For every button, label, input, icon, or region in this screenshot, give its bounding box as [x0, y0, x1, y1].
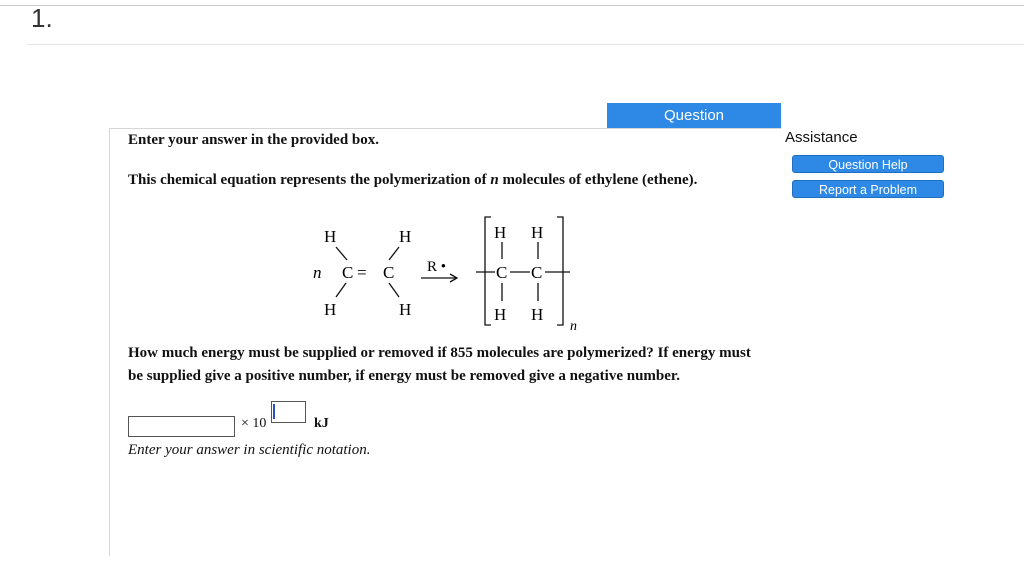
ethylene-double-bond: =: [357, 263, 367, 282]
question-panel-top-border: [109, 128, 781, 129]
header-divider: [27, 44, 1024, 45]
reaction-arrow: [421, 273, 459, 283]
intro-text-before: This chemical equation represents the po…: [128, 172, 491, 188]
polymer-h-bottom-left: H: [494, 305, 506, 324]
polymerization-equation: n H H H H C = C R • H H C C H H n: [313, 216, 577, 334]
intro-text-after: molecules of ethylene (ethene).: [498, 172, 698, 188]
ethylene-carbon-right: C: [383, 263, 394, 282]
polymer-h-top-left: H: [494, 223, 506, 242]
initiator-label: R •: [427, 259, 446, 275]
question-help-button[interactable]: Question Help: [792, 155, 944, 173]
ethylene-h-top-right: H: [399, 227, 411, 246]
coefficient-n: n: [313, 263, 322, 282]
polymer-bonds: [476, 242, 570, 301]
ethylene-h-bottom-left: H: [324, 300, 336, 319]
energy-question-text: How much energy must be supplied or remo…: [128, 345, 751, 384]
exponent-input[interactable]: [271, 401, 306, 423]
times-ten-label: × 10: [241, 416, 267, 431]
polymer-subscript-n: n: [570, 319, 577, 334]
intro-text: This chemical equation represents the po…: [128, 172, 697, 189]
top-border: [0, 5, 1024, 6]
polymer-carbon-left: C: [496, 263, 507, 282]
question-panel-left-border: [109, 128, 110, 556]
question-tab[interactable]: Question: [607, 103, 781, 128]
intro-variable: n: [490, 172, 499, 188]
text-cursor: [273, 404, 275, 419]
polymer-h-bottom-right: H: [531, 305, 543, 324]
ethylene-h-bottom-right: H: [399, 300, 411, 319]
ethylene-h-top-left: H: [324, 227, 336, 246]
assistance-title: Assistance: [785, 129, 858, 146]
polymer-h-top-right: H: [531, 223, 543, 242]
scientific-notation-hint: Enter your answer in scientific notation…: [128, 442, 371, 458]
ethylene-carbon-left: C: [342, 263, 353, 282]
report-problem-button[interactable]: Report a Problem: [792, 180, 944, 198]
question-number: 1.: [31, 3, 53, 33]
instruction-text: Enter your answer in the provided box.: [128, 132, 380, 148]
polymer-carbon-right: C: [531, 263, 542, 282]
unit-label: kJ: [314, 416, 329, 431]
mantissa-input[interactable]: [128, 416, 235, 437]
